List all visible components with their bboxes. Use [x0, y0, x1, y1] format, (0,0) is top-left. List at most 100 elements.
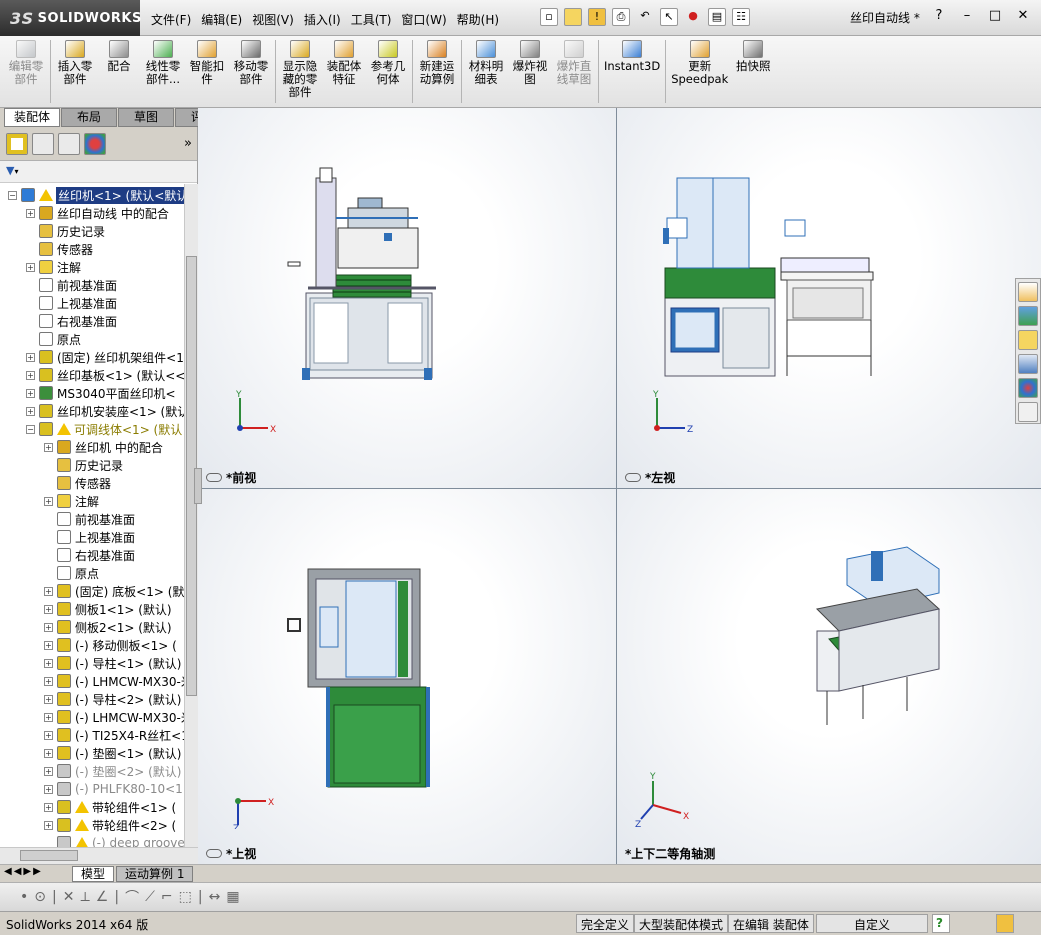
angle-icon[interactable]: ∠ [96, 889, 109, 905]
expand-toggle-icon[interactable]: + [26, 262, 35, 272]
graphics-area[interactable]: ▥ ▤ – ❐ ✕ [194, 108, 1041, 864]
tree-item[interactable]: + (-) 导柱<2> (默认) [44, 690, 181, 708]
options-icon[interactable]: ☷ [732, 8, 750, 26]
menu-view[interactable]: 视图(V) [247, 9, 299, 30]
viewport-isometric[interactable]: Y X Z *上下二等角轴测 [617, 489, 1041, 864]
tree-item[interactable]: 右视基准面 [44, 546, 135, 564]
intersection-icon[interactable]: ✕ [63, 889, 75, 905]
tree-item[interactable]: 历史记录 [44, 456, 123, 474]
home-icon[interactable] [1018, 282, 1038, 302]
viewport-top[interactable]: X Z *上视 [198, 489, 617, 864]
tree-item[interactable]: + 侧板2<1> (默认) [44, 618, 172, 636]
tab-motion-study[interactable]: 运动算例 1 [116, 866, 194, 882]
print-icon[interactable]: ⎙ [612, 8, 630, 26]
tree-item[interactable]: − 可调线体<1> (默认 [26, 420, 182, 438]
horizontal-dimension-icon[interactable]: ↔ [209, 889, 221, 905]
corner-icon[interactable]: ⌐ [161, 889, 173, 905]
tab-model[interactable]: 模型 [72, 866, 115, 882]
expand-toggle-icon[interactable]: + [44, 604, 53, 614]
point-icon[interactable]: • [20, 889, 28, 905]
tree-item[interactable]: 原点 [44, 564, 99, 582]
expand-toggle-icon[interactable]: + [44, 730, 53, 740]
command-button[interactable]: 插入零 部件 [53, 36, 97, 107]
tree-item[interactable]: + (-) 垫圈<1> (默认) [44, 744, 181, 762]
expand-toggle-icon[interactable]: + [44, 622, 53, 632]
expand-toggle-icon[interactable]: + [44, 640, 53, 650]
command-button[interactable]: 配合 [97, 36, 141, 107]
command-button[interactable]: 智能扣 件 [185, 36, 229, 107]
tree-item[interactable]: + 侧板1<1> (默认) [44, 600, 172, 618]
expand-toggle-icon[interactable]: + [44, 442, 53, 452]
expand-toggle-icon[interactable]: + [26, 352, 35, 362]
rebuild-warning-icon[interactable]: ! [588, 8, 606, 26]
tree-item[interactable]: 上视基准面 [44, 528, 135, 546]
expand-toggle-icon[interactable]: + [44, 802, 53, 812]
file-properties-icon[interactable]: ▤ [708, 8, 726, 26]
expand-toggle-icon[interactable]: + [26, 208, 35, 218]
tree-item[interactable]: 原点 [26, 330, 81, 348]
tree-item[interactable]: + 带轮组件<1> ( [44, 798, 176, 816]
traffic-light-icon[interactable]: ● [684, 8, 702, 26]
command-button[interactable]: 爆炸视 图 [508, 36, 552, 107]
configuration-manager-tab-icon[interactable] [58, 132, 80, 155]
tree-item[interactable]: + (-) 垫圈<2> (默认) [44, 762, 181, 780]
tree-item[interactable]: (-) deep groove b [44, 834, 184, 847]
expand-panel-icon[interactable]: » [184, 136, 192, 151]
chamfer-icon[interactable]: ⟋ [145, 889, 155, 905]
command-button[interactable]: 材料明 细表 [464, 36, 508, 107]
tree-filter[interactable]: ▼▾ [0, 161, 197, 183]
tree-item[interactable]: + (-) PHLFK80-10<1> [44, 780, 184, 798]
menu-edit[interactable]: 编辑(E) [196, 9, 247, 30]
feature-tree-tab-icon[interactable] [6, 132, 28, 155]
display-manager-tab-icon[interactable] [84, 132, 106, 155]
help-question-icon[interactable]: ? [929, 7, 949, 25]
tree-item[interactable]: + (-) 移动侧板<1> ( [44, 636, 177, 654]
command-button[interactable]: 显示隐 藏的零 部件 [278, 36, 322, 107]
command-button[interactable]: 更新 Speedpak [668, 36, 731, 107]
link-views-icon[interactable] [206, 473, 222, 482]
tab-layout[interactable]: 布局 [61, 108, 117, 127]
viewport-front[interactable]: Y X *前视 [198, 108, 617, 489]
expand-toggle-icon[interactable]: + [44, 784, 53, 794]
tree-item[interactable]: + 丝印机 中的配合 [44, 438, 163, 456]
app-logo[interactable]: 3S SOLIDWORKS [0, 0, 141, 36]
filter-dropdown-icon[interactable]: ▾ [14, 167, 18, 176]
tree-item[interactable]: + 丝印自动线 中的配合 [26, 204, 169, 222]
tree-item[interactable]: 右视基准面 [26, 312, 117, 330]
link-views-icon[interactable] [625, 473, 641, 482]
tree-item[interactable]: + (固定) 丝印机架组件<1 [26, 348, 184, 366]
tree-item[interactable]: 前视基准面 [26, 276, 117, 294]
units-selector[interactable]: 自定义 [816, 914, 928, 933]
tree-item[interactable]: 历史记录 [26, 222, 105, 240]
viewport-left[interactable]: Y Z *左视 [617, 108, 1041, 489]
tab-assembly[interactable]: 装配体 [4, 108, 60, 127]
expand-toggle-icon[interactable]: − [8, 190, 17, 200]
command-button[interactable]: 爆炸直 线草图 [552, 36, 596, 107]
menu-insert[interactable]: 插入(I) [299, 9, 346, 30]
tree-item[interactable]: + 注解 [26, 258, 81, 276]
tree-item[interactable]: + 带轮组件<2> ( [44, 816, 176, 834]
expand-toggle-icon[interactable]: + [44, 820, 53, 830]
select-pointer-icon[interactable]: ↖ [660, 8, 678, 26]
maximize-button[interactable]: □ [985, 7, 1005, 25]
menu-window[interactable]: 窗口(W) [396, 9, 451, 30]
menu-help[interactable]: 帮助(H) [452, 9, 504, 30]
tree-item[interactable]: 上视基准面 [26, 294, 117, 312]
view-palette-icon[interactable] [1018, 354, 1038, 374]
tab-sketch[interactable]: 草图 [118, 108, 174, 127]
command-button[interactable]: 线性零 部件... [141, 36, 185, 107]
minimize-button[interactable]: – [957, 7, 977, 25]
expand-toggle-icon[interactable]: + [44, 766, 53, 776]
rebuild-indicator-icon[interactable] [996, 914, 1014, 933]
tree-item[interactable]: 前视基准面 [44, 510, 135, 528]
command-button[interactable]: 编辑零 部件 [4, 36, 48, 107]
command-button[interactable]: 装配体 特征 [322, 36, 366, 107]
link-views-icon[interactable] [206, 849, 222, 858]
appearances-icon[interactable] [1018, 378, 1038, 398]
expand-toggle-icon[interactable]: + [44, 496, 53, 506]
close-button[interactable]: ✕ [1013, 7, 1033, 25]
expand-toggle-icon[interactable]: + [26, 388, 35, 398]
file-explorer-icon[interactable] [1018, 330, 1038, 350]
help-icon[interactable]: ? [932, 914, 950, 933]
perpendicular-icon[interactable]: ⟂ [80, 889, 89, 905]
